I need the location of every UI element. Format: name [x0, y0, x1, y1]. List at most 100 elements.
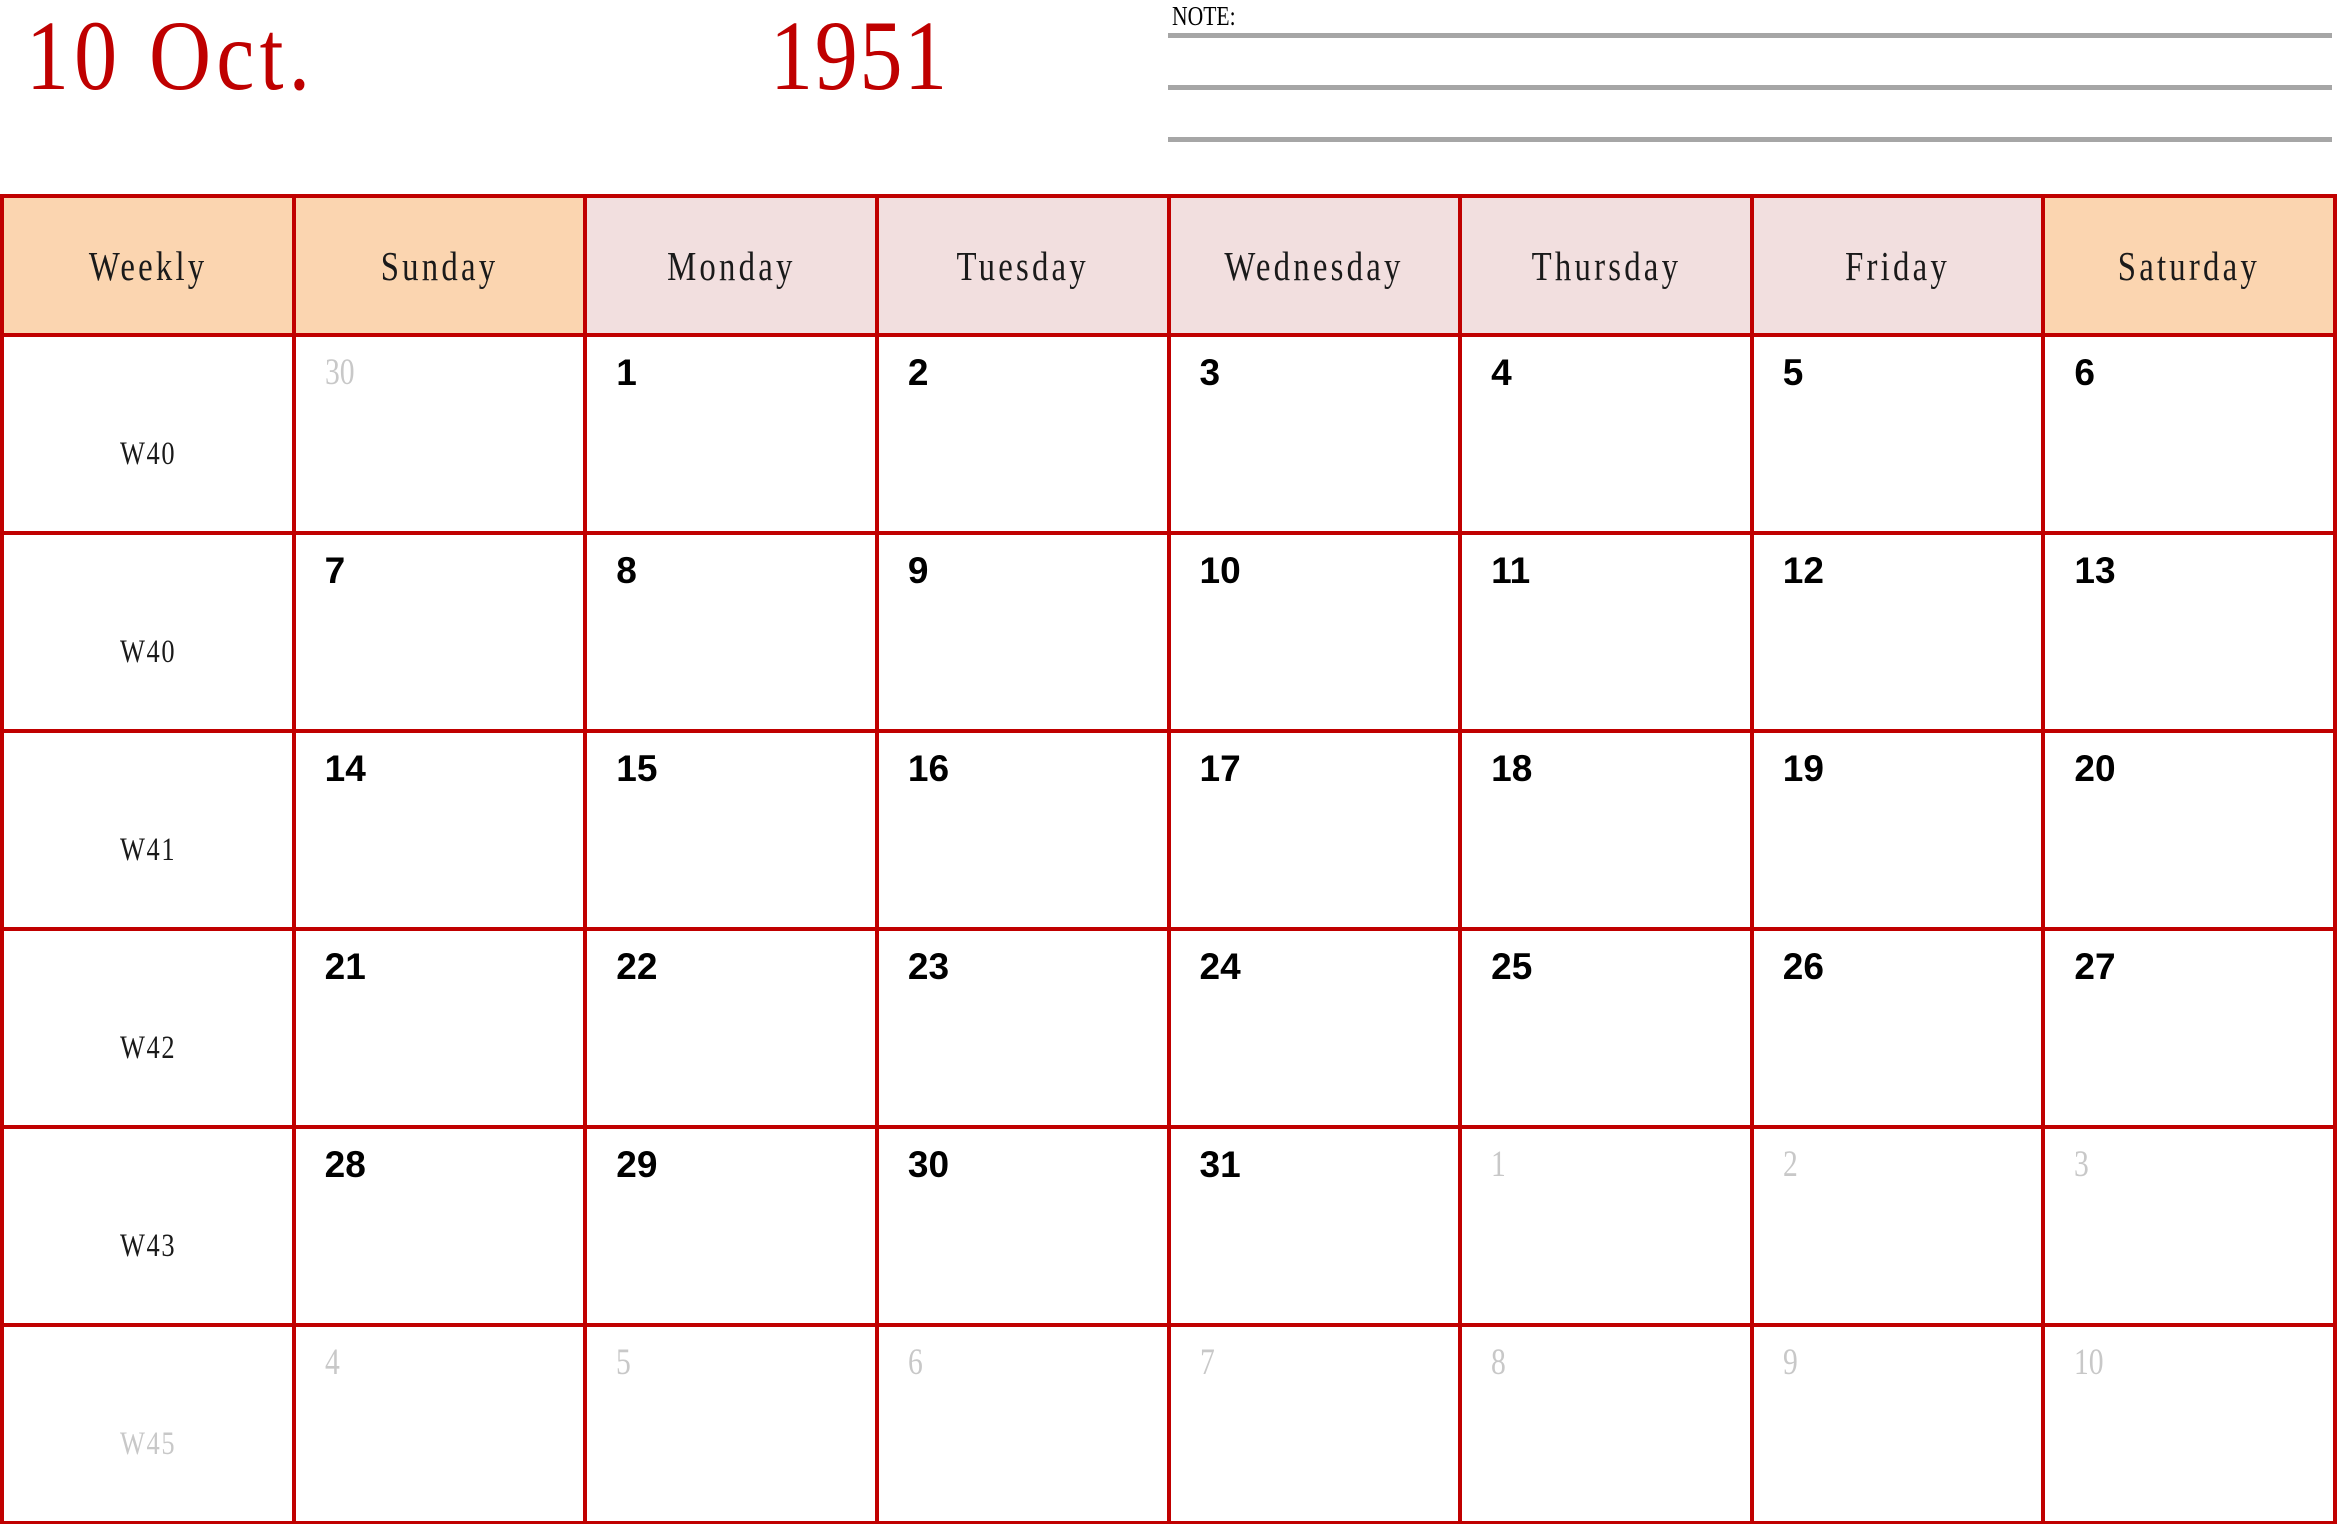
calendar-week-row: W43 28 29 30 31 1 2 3 [0, 1125, 2337, 1327]
calendar-day-cell[interactable]: 4 [291, 1323, 588, 1524]
week-number-cell: W40 [0, 333, 296, 535]
calendar-day-cell[interactable]: 8 [1458, 1323, 1754, 1524]
column-header-label: Weekly [88, 242, 208, 289]
calendar-day-cell[interactable]: 16 [874, 729, 1171, 931]
calendar-day-cell[interactable]: 7 [1166, 1323, 1463, 1524]
calendar-day-cell[interactable]: 21 [291, 927, 588, 1129]
day-number: 24 [1199, 946, 1241, 987]
calendar-day-cell[interactable]: 24 [1166, 927, 1463, 1129]
calendar-day-cell[interactable]: 18 [1458, 729, 1754, 931]
calendar-day-cell[interactable]: 29 [583, 1125, 879, 1327]
day-number: 23 [907, 946, 950, 987]
column-header-friday: Friday [1749, 194, 2046, 337]
day-number: 15 [616, 748, 658, 789]
calendar-page: 10 Oct. 1951 NOTE: Weekly Sunday Monday Tue… [0, 0, 2337, 1524]
day-number: 13 [2074, 550, 2116, 591]
day-number: 30 [907, 1144, 950, 1185]
day-number: 28 [324, 1144, 366, 1185]
calendar-day-cell[interactable]: 6 [874, 1323, 1171, 1524]
calendar-day-cell[interactable]: 1 [1458, 1125, 1754, 1327]
calendar-day-cell[interactable]: 8 [583, 531, 879, 733]
calendar-day-cell[interactable]: 7 [291, 531, 588, 733]
day-number: 7 [324, 550, 346, 591]
calendar-day-cell[interactable]: 31 [1166, 1125, 1463, 1327]
column-header-weekly: Weekly [0, 194, 296, 337]
day-number: 16 [907, 748, 950, 789]
calendar-day-cell[interactable]: 3 [2041, 1125, 2337, 1327]
calendar-week-row: W41 14 15 16 17 18 19 20 [0, 729, 2337, 931]
calendar-day-cell[interactable]: 25 [1458, 927, 1754, 1129]
week-number-cell: W41 [0, 729, 296, 931]
column-header-saturday: Saturday [2041, 194, 2337, 337]
calendar-day-cell[interactable]: 11 [1458, 531, 1754, 733]
calendar-day-cell[interactable]: 13 [2041, 531, 2337, 733]
calendar-day-cell[interactable]: 26 [1749, 927, 2046, 1129]
calendar-day-cell[interactable]: 6 [2041, 333, 2337, 535]
calendar-day-cell[interactable]: 5 [1749, 333, 2046, 535]
calendar-week-row: W40 7 8 9 10 11 12 13 [0, 531, 2337, 733]
calendar-day-cell[interactable]: 12 [1749, 531, 2046, 733]
column-header-wednesday: Wednesday [1166, 194, 1463, 337]
note-block: NOTE: [1168, 0, 2332, 150]
calendar-day-cell[interactable]: 30 [291, 333, 588, 535]
calendar-day-cell[interactable]: 17 [1166, 729, 1463, 931]
calendar-day-cell[interactable]: 10 [2041, 1323, 2337, 1524]
week-number-cell: W43 [0, 1125, 296, 1327]
calendar-day-cell[interactable]: 1 [583, 333, 879, 535]
column-header-label: Friday [1845, 242, 1950, 289]
day-number: 26 [1782, 946, 1824, 987]
note-label: NOTE: [1172, 1, 1236, 31]
day-number: 2 [907, 352, 929, 393]
calendar-day-cell[interactable]: 3 [1166, 333, 1463, 535]
day-number: 3 [2074, 1144, 2090, 1185]
calendar-header-row: Weekly Sunday Monday Tuesday Wednesday Thursd… [0, 194, 2337, 337]
day-number: 9 [1782, 1342, 1798, 1383]
day-number: 19 [1782, 748, 1824, 789]
day-number: 20 [2074, 748, 2116, 789]
day-number: 9 [907, 550, 929, 591]
day-number: 17 [1199, 748, 1241, 789]
day-number: 3 [1199, 352, 1221, 393]
day-number: 8 [616, 550, 637, 591]
calendar-day-cell[interactable]: 27 [2041, 927, 2337, 1129]
week-number-cell: W42 [0, 927, 296, 1129]
day-number: 25 [1491, 946, 1533, 987]
day-number: 30 [324, 352, 355, 393]
week-number-cell: W40 [0, 531, 296, 733]
calendar-day-cell[interactable]: 22 [583, 927, 879, 1129]
note-writing-line[interactable] [1168, 137, 2332, 142]
calendar-day-cell[interactable]: 5 [583, 1323, 879, 1524]
calendar-day-cell[interactable]: 9 [874, 531, 1171, 733]
calendar-day-cell[interactable]: 10 [1166, 531, 1463, 733]
note-writing-line[interactable] [1168, 85, 2332, 90]
column-header-label: Tuesday [956, 242, 1089, 289]
calendar-day-cell[interactable]: 2 [874, 333, 1171, 535]
calendar-day-cell[interactable]: 15 [583, 729, 879, 931]
page-header: 10 Oct. 1951 NOTE: [0, 0, 2337, 194]
calendar-day-cell[interactable]: 20 [2041, 729, 2337, 931]
calendar-day-cell[interactable]: 4 [1458, 333, 1754, 535]
calendar-day-cell[interactable]: 9 [1749, 1323, 2046, 1524]
calendar-table: Weekly Sunday Monday Tuesday Wednesday Thursd… [0, 194, 2337, 1524]
day-number: 6 [907, 1342, 923, 1383]
page-title-month: 10 Oct. [26, 0, 316, 111]
week-number-label: W45 [119, 1425, 176, 1462]
calendar-day-cell[interactable]: 23 [874, 927, 1171, 1129]
calendar-day-cell[interactable]: 19 [1749, 729, 2046, 931]
day-number: 4 [1491, 352, 1512, 393]
day-number: 14 [324, 748, 366, 789]
calendar-day-cell[interactable]: 30 [874, 1125, 1171, 1327]
day-number: 6 [2074, 352, 2095, 393]
day-number: 11 [1491, 550, 1531, 591]
day-number: 31 [1199, 1144, 1241, 1185]
calendar-day-cell[interactable]: 28 [291, 1125, 588, 1327]
calendar-day-cell[interactable]: 14 [291, 729, 588, 931]
note-writing-line[interactable] [1168, 33, 2332, 38]
column-header-thursday: Thursday [1458, 194, 1754, 337]
week-number-label: W40 [119, 435, 176, 472]
week-number-cell: W45 [0, 1323, 296, 1524]
day-number: 8 [1491, 1342, 1506, 1383]
calendar-day-cell[interactable]: 2 [1749, 1125, 2046, 1327]
day-number: 10 [1199, 550, 1241, 591]
column-header-sunday: Sunday [291, 194, 588, 337]
